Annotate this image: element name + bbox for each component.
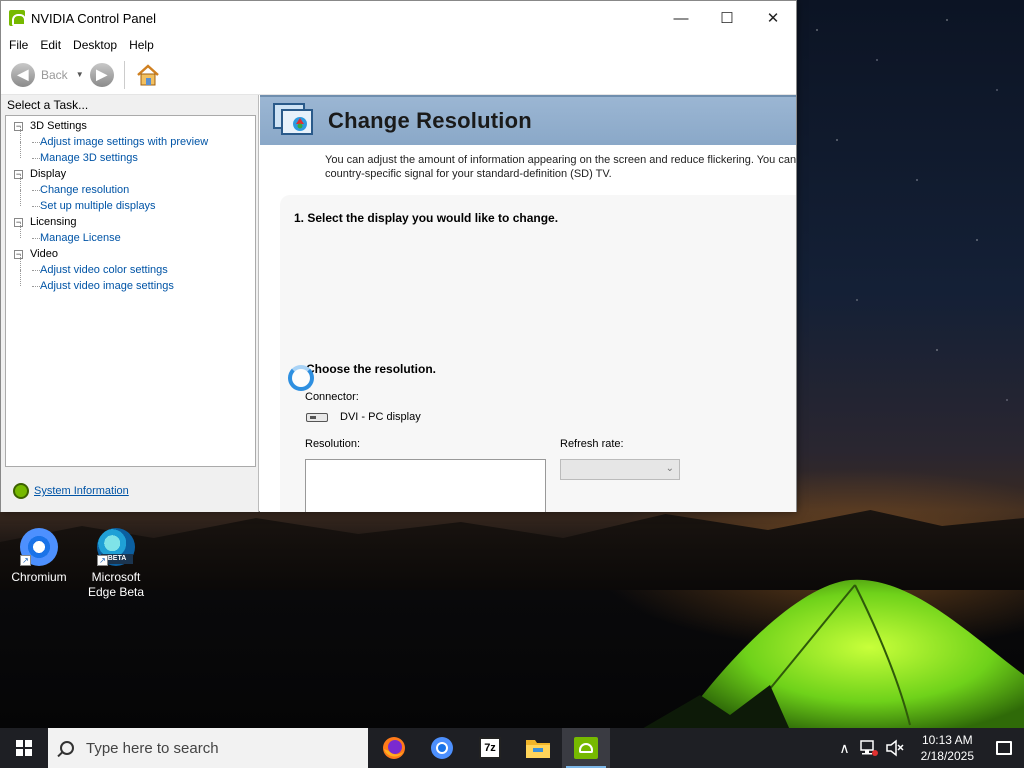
shortcut-arrow-icon: ↗ xyxy=(97,555,108,566)
toolbar: ◀ Back ▼ ▶ xyxy=(1,55,796,95)
nvidia-icon xyxy=(9,10,26,26)
tree-item-change-resolution[interactable]: Change resolution xyxy=(6,174,255,198)
shortcut-arrow-icon: ↗ xyxy=(20,555,31,566)
edge-beta-icon: BETA ↗ xyxy=(97,528,135,566)
show-hidden-icons-chevron-icon[interactable]: ∧ xyxy=(834,740,854,757)
description-line: country-specific signal for your standar… xyxy=(325,168,612,180)
start-button[interactable] xyxy=(0,728,48,768)
7zip-icon: 7z xyxy=(479,737,501,759)
connector-label: Connector: xyxy=(305,391,359,403)
tree-item-adjust-image-settings[interactable]: Adjust image settings with preview xyxy=(6,126,255,150)
connector-value: DVI - PC display xyxy=(340,411,421,423)
tree-category-video[interactable]: − Video xyxy=(6,246,255,262)
window-title: NVIDIA Control Panel xyxy=(31,10,157,26)
display-settings-icon xyxy=(273,103,313,135)
resolution-list[interactable] xyxy=(305,459,546,512)
step-1-heading: 1. Select the display you would like to … xyxy=(294,211,559,225)
chrome-icon xyxy=(431,737,453,759)
back-arrow-icon[interactable]: ◀ xyxy=(11,62,35,87)
tree-item-manage-3d-settings[interactable]: Manage 3D settings xyxy=(6,142,255,166)
taskbar-nvidia-control-panel[interactable] xyxy=(562,728,610,768)
connector-row: DVI - PC display xyxy=(306,411,421,423)
content-pane: Change Resolution You can adjust the amo… xyxy=(260,95,796,512)
tree-category-label: Video xyxy=(30,248,58,260)
network-icon[interactable] xyxy=(859,739,879,757)
maximize-button[interactable]: ☐ xyxy=(704,1,750,35)
toolbar-separator xyxy=(123,60,125,89)
back-button-label[interactable]: Back xyxy=(41,68,68,82)
description-line: You can adjust the amount of information… xyxy=(325,154,796,166)
forward-arrow-icon[interactable]: ▶ xyxy=(89,62,114,87)
tree-category-display[interactable]: − Display xyxy=(6,166,255,182)
menu-desktop[interactable]: Desktop xyxy=(67,38,123,52)
clock-time: 10:13 AM xyxy=(921,733,973,747)
desktop-icon-chromium[interactable]: ↗ Chromium xyxy=(1,528,77,585)
system-information-label: System Information xyxy=(34,485,129,497)
search-icon xyxy=(60,741,74,755)
dvi-connector-icon xyxy=(306,412,328,422)
desktop-icon-label: Chromium xyxy=(11,570,67,584)
nvidia-icon xyxy=(574,737,598,759)
menu-help[interactable]: Help xyxy=(123,38,160,52)
action-center-button[interactable] xyxy=(984,728,1024,768)
step-2-heading: Choose the resolution. xyxy=(306,362,437,376)
taskbar-file-explorer[interactable] xyxy=(514,728,562,768)
page-description: You can adjust the amount of information… xyxy=(260,145,796,181)
task-tree: − 3D Settings Adjust image settings with… xyxy=(5,115,256,467)
windows-logo-icon xyxy=(16,740,32,756)
title-bar[interactable]: NVIDIA Control Panel — ☐ ✕ xyxy=(1,1,796,35)
chevron-down-icon: ⌄ xyxy=(665,463,674,474)
taskbar-search[interactable]: Type here to search xyxy=(48,728,368,768)
resolution-label: Resolution: xyxy=(305,438,361,450)
desktop-icon-label: Microsoft xyxy=(91,570,141,584)
taskbar-clock[interactable]: 10:13 AM 2/18/2025 xyxy=(911,732,984,764)
system-tray: ∧ 10:13 AM 2/18/2025 xyxy=(834,728,1024,768)
page-banner: Change Resolution xyxy=(260,95,796,145)
folder-icon xyxy=(526,740,550,758)
volume-muted-icon[interactable] xyxy=(885,739,905,757)
menu-edit[interactable]: Edit xyxy=(34,38,67,52)
tree-item-video-image[interactable]: Adjust video image settings xyxy=(6,270,255,294)
tree-item-video-color[interactable]: Adjust video color settings xyxy=(6,254,255,278)
firefox-icon xyxy=(383,737,405,759)
taskbar-firefox[interactable] xyxy=(370,728,418,768)
tree-category-label: 3D Settings xyxy=(30,120,87,132)
menu-file[interactable]: File xyxy=(3,38,34,52)
taskbar-7zip[interactable]: 7z xyxy=(466,728,514,768)
task-pane-header: Select a Task... xyxy=(7,98,89,112)
notification-icon xyxy=(996,741,1012,755)
back-history-dropdown-icon[interactable]: ▼ xyxy=(76,70,84,79)
menu-bar: File Edit Desktop Help xyxy=(1,35,796,55)
tree-category-label: Display xyxy=(30,168,67,180)
task-pane: Select a Task... − 3D Settings Adjust im… xyxy=(1,95,259,512)
desktop-icon-label: Edge Beta xyxy=(87,585,145,599)
home-icon[interactable] xyxy=(135,62,161,88)
tent-illustration xyxy=(643,579,1024,728)
system-info-icon xyxy=(13,483,29,499)
starry-sky xyxy=(797,0,1024,500)
tree-category-3d-settings[interactable]: − 3D Settings xyxy=(6,118,255,134)
close-button[interactable]: ✕ xyxy=(750,1,796,35)
refresh-rate-label: Refresh rate: xyxy=(560,438,624,450)
chromium-icon: ↗ xyxy=(20,528,58,566)
loading-spinner-icon xyxy=(288,365,314,391)
taskbar-chrome[interactable] xyxy=(418,728,466,768)
system-information-link[interactable]: System Information xyxy=(13,483,129,499)
refresh-rate-select[interactable]: ⌄ xyxy=(560,459,680,480)
tree-category-licensing[interactable]: − Licensing xyxy=(6,214,255,230)
desktop-icon-edge-beta[interactable]: BETA ↗ Microsoft Edge Beta xyxy=(78,528,154,600)
search-placeholder: Type here to search xyxy=(86,739,219,757)
tree-item-multiple-displays[interactable]: Set up multiple displays xyxy=(6,190,255,214)
page-title: Change Resolution xyxy=(328,108,532,133)
minimize-button[interactable]: — xyxy=(658,1,704,35)
nvidia-control-panel-window: NVIDIA Control Panel — ☐ ✕ File Edit Des… xyxy=(0,0,797,512)
tree-category-label: Licensing xyxy=(30,216,77,228)
tree-item-manage-license[interactable]: Manage License xyxy=(6,222,255,246)
taskbar: Type here to search 7z ∧ 10:13 AM 2/18/2… xyxy=(0,728,1024,768)
clock-date: 2/18/2025 xyxy=(920,749,974,763)
